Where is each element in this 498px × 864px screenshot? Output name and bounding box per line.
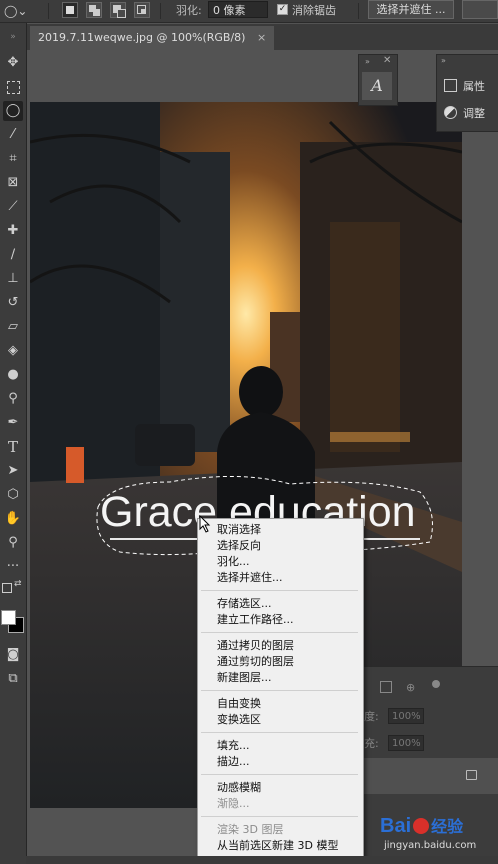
menu-item-save-selection[interactable]: 存储选区... xyxy=(217,597,272,611)
blur-tool-icon[interactable]: ● xyxy=(3,365,23,385)
layer-lock-icon xyxy=(466,770,477,780)
path-selection-tool-icon[interactable]: ➤ xyxy=(3,461,23,481)
menu-item-stroke[interactable]: 描边... xyxy=(217,755,250,769)
frame-tool-icon[interactable]: ⊠ xyxy=(3,173,23,193)
hand-tool-icon[interactable]: ✋ xyxy=(3,509,23,529)
menu-separator xyxy=(201,590,358,591)
shape-tool-icon[interactable]: ⬡ xyxy=(3,485,23,505)
menu-item-render-3d-layer: 渲染 3D 图层 xyxy=(217,823,284,836)
type-tool-icon[interactable]: T xyxy=(3,437,23,457)
watermark-brand-text: Bai xyxy=(380,815,412,837)
screen-mode-icon[interactable]: ⧉ xyxy=(3,669,23,689)
context-menu: 取消选择 选择反向 羽化... 选择并遮住... 存储选区... 建立工作路径.… xyxy=(197,518,364,860)
fill-input[interactable]: 100% xyxy=(388,735,424,751)
adjustments-label: 调整 xyxy=(463,107,485,120)
mouse-cursor-icon xyxy=(199,515,211,533)
menu-item-new-3d-model-from-selection[interactable]: 从当前选区新建 3D 模型 xyxy=(217,839,338,853)
swap-colors-icon[interactable]: ⇄ xyxy=(14,579,22,589)
menu-separator xyxy=(201,690,358,691)
fill-label: 充: xyxy=(364,737,379,750)
more-tools-icon[interactable]: ··· xyxy=(3,557,23,577)
menu-item-fade: 渐隐... xyxy=(217,797,250,810)
eraser-tool-icon[interactable]: ▱ xyxy=(3,317,23,337)
crop-tool-icon[interactable]: ⌗ xyxy=(3,149,23,169)
panel-collapse-icon[interactable]: » xyxy=(365,57,370,66)
menu-item-feather[interactable]: 羽化... xyxy=(217,555,250,569)
tools-panel: » ✥ ◯ ⁄ ⌗ ⊠ ⟋ ✚ ∕ ⊥ ↺ ▱ ◈ ● ⚲ ✒ T ➤ ⬡ ✋ … xyxy=(0,23,27,864)
close-tab-icon[interactable]: × xyxy=(257,31,266,44)
menu-item-layer-via-cut[interactable]: 通过剪切的图层 xyxy=(217,655,294,669)
paw-icon xyxy=(413,818,430,834)
history-brush-tool-icon[interactable]: ↺ xyxy=(3,293,23,313)
properties-panel-tab[interactable]: 属性 xyxy=(444,76,485,98)
menu-separator xyxy=(201,732,358,733)
options-bar-overflow xyxy=(462,0,498,19)
brush-tool-icon[interactable]: ∕ xyxy=(3,245,23,265)
clone-stamp-tool-icon[interactable]: ⊥ xyxy=(3,269,23,289)
status-bar xyxy=(26,856,498,864)
baidu-jingyan-watermark: Bai 经验 jingyan.baidu.com xyxy=(376,810,496,856)
menu-item-deselect[interactable]: 取消选择 xyxy=(217,523,261,537)
paint-bucket-tool-icon[interactable]: ◈ xyxy=(3,341,23,361)
adjustments-panel-tab[interactable]: 调整 xyxy=(444,103,485,125)
menu-separator xyxy=(201,774,358,775)
properties-label: 属性 xyxy=(463,80,485,93)
quick-mask-icon[interactable]: ◙ xyxy=(3,645,23,665)
document-tab-title: 2019.7.11weqwe.jpg @ 100%(RGB/8) xyxy=(38,31,246,44)
adjustments-icon xyxy=(444,106,457,119)
menu-item-fill[interactable]: 填充... xyxy=(217,739,250,753)
select-and-mask-button[interactable]: 选择并遮住 ... xyxy=(368,0,454,19)
lasso-tool-icon[interactable]: ◯ xyxy=(3,101,23,121)
options-divider xyxy=(358,3,359,19)
lock-all-dot-icon[interactable] xyxy=(432,680,440,688)
panel-close-icon[interactable]: ✕ xyxy=(383,55,391,66)
eyedropper-tool-icon[interactable]: ⟋ xyxy=(3,197,23,217)
subtract-from-selection-icon[interactable] xyxy=(110,2,126,18)
watermark-url: jingyan.baidu.com xyxy=(384,840,477,851)
lasso-preset-icon[interactable]: ◯⌄ xyxy=(4,2,36,20)
menu-item-select-and-mask[interactable]: 选择并遮住... xyxy=(217,571,283,585)
dodge-tool-icon[interactable]: ⚲ xyxy=(3,389,23,409)
menu-item-new-layer[interactable]: 新建图层... xyxy=(217,671,272,685)
feather-input[interactable]: 0 像素 xyxy=(208,1,268,18)
antialias-label: 消除锯齿 xyxy=(292,4,336,17)
menu-item-select-inverse[interactable]: 选择反向 xyxy=(217,539,261,553)
character-icon[interactable]: A xyxy=(362,72,392,100)
menu-item-make-work-path[interactable]: 建立工作路径... xyxy=(217,613,294,627)
pen-tool-icon[interactable]: ✒ xyxy=(3,413,23,433)
menu-item-transform-selection[interactable]: 变换选区 xyxy=(217,713,261,727)
foreground-color-swatch[interactable] xyxy=(1,610,16,625)
dock-collapse-icon[interactable]: » xyxy=(441,56,446,65)
healing-brush-tool-icon[interactable]: ✚ xyxy=(3,221,23,241)
lock-position-icon[interactable]: ⊕ xyxy=(406,681,415,694)
quick-selection-tool-icon[interactable]: ⁄ xyxy=(3,125,23,145)
document-tab[interactable]: 2019.7.11weqwe.jpg @ 100%(RGB/8) × xyxy=(30,26,275,50)
intersect-selection-icon[interactable] xyxy=(134,2,150,18)
menu-item-free-transform[interactable]: 自由变换 xyxy=(217,697,261,711)
antialias-checkbox[interactable]: ✓ xyxy=(277,4,288,15)
opacity-label: 度: xyxy=(364,710,379,723)
marquee-tool-icon[interactable] xyxy=(3,77,23,97)
layer-row[interactable] xyxy=(362,758,498,794)
toolbar-collapse-icon[interactable]: » xyxy=(3,27,23,47)
menu-item-layer-via-copy[interactable]: 通过拷贝的图层 xyxy=(217,639,294,653)
menu-separator xyxy=(201,816,358,817)
new-selection-icon[interactable] xyxy=(62,2,78,18)
lock-transparency-icon[interactable] xyxy=(380,681,392,693)
opacity-input[interactable]: 100% xyxy=(388,708,424,724)
menu-separator xyxy=(201,632,358,633)
move-tool-icon[interactable]: ✥ xyxy=(3,53,23,73)
properties-icon xyxy=(444,79,457,92)
zoom-tool-icon[interactable]: ⚲ xyxy=(3,533,23,553)
menu-item-motion-blur[interactable]: 动感模糊 xyxy=(217,781,261,795)
watermark-brand-suffix: 经验 xyxy=(431,819,464,836)
watermark-brand: Bai 经验 xyxy=(380,814,463,840)
feather-label: 羽化: xyxy=(176,4,202,17)
default-colors-icon[interactable] xyxy=(2,583,12,593)
add-to-selection-icon[interactable] xyxy=(86,2,102,18)
